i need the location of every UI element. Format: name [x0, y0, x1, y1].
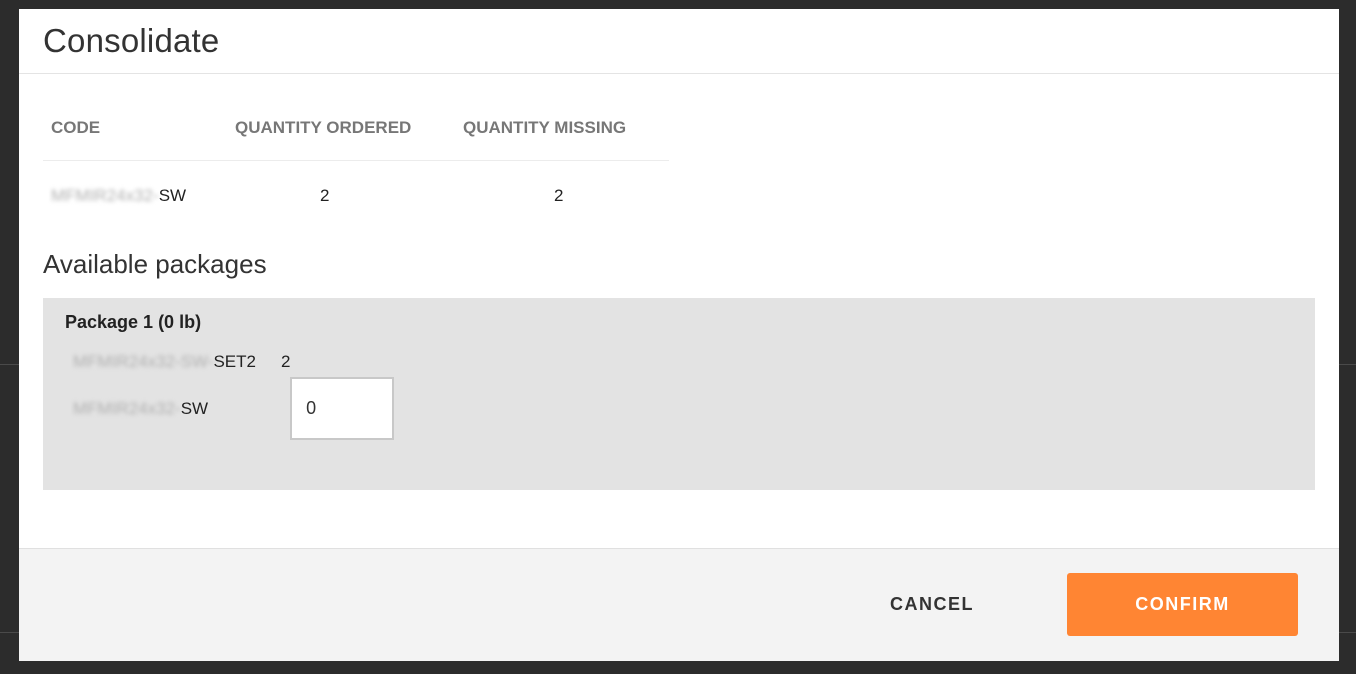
- package-content-code-prefix: MFMIR24x32-SW-: [73, 352, 214, 371]
- package-content-row: MFMIR24x32-SW- SET2 2: [65, 352, 1293, 372]
- item-code-prefix: MFMIR24x32-: [51, 185, 159, 205]
- quantity-input[interactable]: [290, 377, 395, 440]
- package-content-quantity: 2: [280, 352, 291, 371]
- item-quantity-missing: 2: [554, 185, 564, 205]
- confirm-button[interactable]: CONFIRM: [1067, 573, 1298, 636]
- item-code: MFMIR24x32-SW: [43, 161, 227, 231]
- item-quantity-ordered: 2: [320, 185, 330, 205]
- package-title: Package 1 (0 lb): [65, 312, 202, 332]
- available-packages-title: Available packages: [43, 249, 267, 279]
- item-code-suffix: SW: [158, 185, 187, 205]
- cancel-button[interactable]: CANCEL: [870, 573, 994, 636]
- column-header-quantity-ordered: QUANTITY ORDERED: [227, 95, 455, 161]
- dialog-header: Consolidate: [19, 9, 1339, 74]
- package-input-code-prefix: MFMIR24x32-: [73, 398, 181, 418]
- table-header-row: CODE QUANTITY ORDERED QUANTITY MISSING: [43, 95, 669, 161]
- dialog-body: CODE QUANTITY ORDERED QUANTITY MISSING M…: [19, 95, 1339, 490]
- consolidate-dialog: Consolidate CODE QUANTITY ORDERED QUANTI…: [19, 9, 1339, 661]
- dialog-title: Consolidate: [43, 22, 220, 59]
- items-table: CODE QUANTITY ORDERED QUANTITY MISSING M…: [43, 95, 669, 230]
- package-content-code-suffix: SET2: [213, 352, 256, 371]
- package-input-row: MFMIR24x32- SW: [65, 377, 1293, 440]
- table-row: MFMIR24x32-SW 2 2: [43, 161, 669, 231]
- dialog-footer: CANCEL CONFIRM: [19, 548, 1339, 661]
- package-input-code-suffix: SW: [180, 398, 209, 418]
- package-card: Package 1 (0 lb) MFMIR24x32-SW- SET2 2 MF…: [43, 298, 1315, 490]
- column-header-quantity-missing: QUANTITY MISSING: [455, 95, 669, 161]
- column-header-code: CODE: [43, 95, 227, 161]
